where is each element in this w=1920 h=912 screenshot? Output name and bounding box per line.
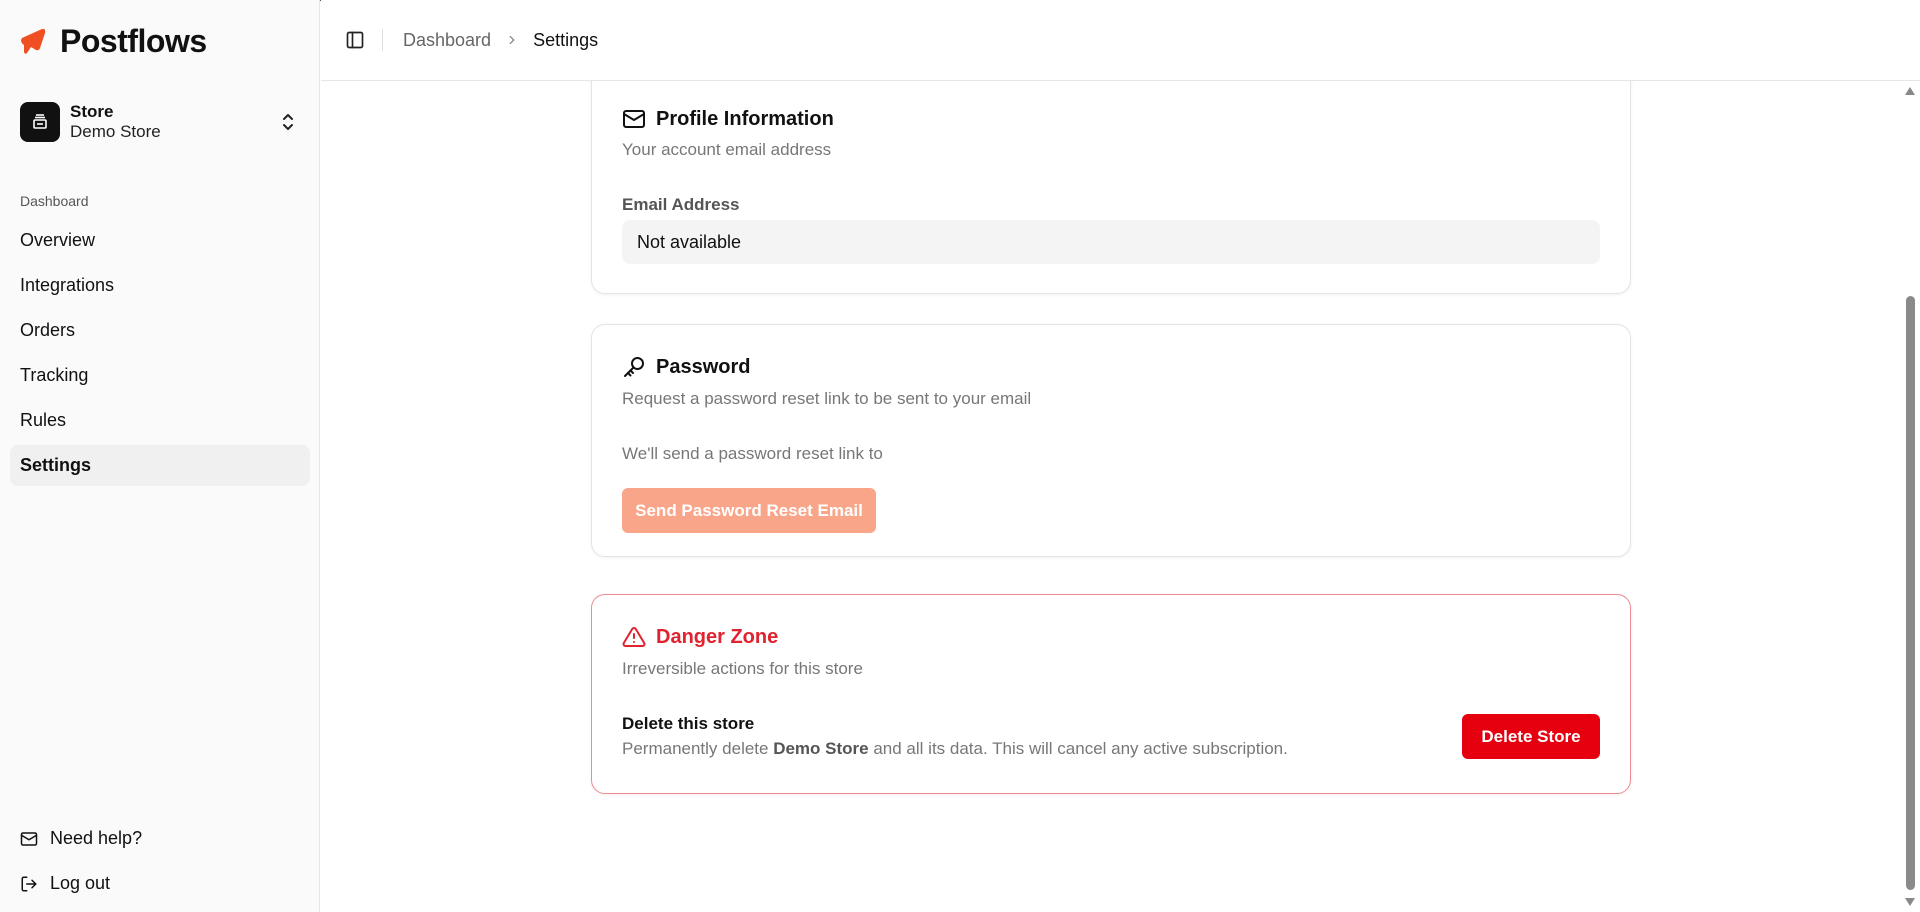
- profile-card-description: Your account email address: [622, 140, 832, 159]
- breadcrumb-dashboard[interactable]: Dashboard: [403, 30, 491, 51]
- danger-zone-header: Danger Zone: [622, 625, 778, 649]
- delete-store-button[interactable]: Delete Store: [1462, 714, 1600, 759]
- sidebar-item-rules[interactable]: Rules: [10, 400, 310, 441]
- scrollbar-thumb[interactable]: [1906, 296, 1915, 890]
- sidebar-item-orders[interactable]: Orders: [10, 310, 310, 351]
- store-icon: [33, 114, 47, 129]
- sidebar-item-integrations[interactable]: Integrations: [10, 265, 310, 306]
- scroll-up-arrow-icon[interactable]: [1905, 87, 1915, 95]
- delete-store-description: Permanently delete Demo Store and all it…: [622, 739, 1288, 758]
- key-icon: [624, 357, 644, 377]
- need-help-label: Need help?: [50, 828, 143, 848]
- store-switcher[interactable]: Store Demo Store: [20, 101, 300, 143]
- sidebar-item-tracking[interactable]: Tracking: [10, 355, 310, 396]
- warning-triangle-icon: [622, 626, 646, 647]
- send-password-reset-button[interactable]: Send Password Reset Email: [622, 488, 876, 533]
- sidebar: Postflows Store Demo Store Dashboard Ove…: [0, 0, 320, 912]
- danger-zone-card: Danger Zone Irreversible actions for thi…: [591, 594, 1631, 794]
- profile-card-header: Profile Information: [622, 107, 834, 131]
- sidebar-nav: Overview Integrations Orders Tracking Ru…: [10, 220, 310, 490]
- password-card-title: Password: [656, 355, 751, 378]
- email-field-label: Email Address: [622, 195, 740, 214]
- profile-card-title: Profile Information: [656, 107, 834, 130]
- password-card-header: Password: [622, 355, 750, 379]
- logout-link[interactable]: Log out: [20, 873, 110, 894]
- chevron-right-icon: [505, 33, 519, 47]
- brand-logo-icon: [21, 28, 46, 54]
- breadcrumb-settings: Settings: [533, 29, 599, 50]
- store-name: Demo Store: [70, 122, 161, 141]
- logout-label: Log out: [50, 873, 111, 893]
- sidebar-item-overview[interactable]: Overview: [10, 220, 310, 261]
- nav-group-label: Dashboard: [20, 193, 89, 209]
- password-card: Password Request a password reset link t…: [591, 324, 1631, 557]
- delete-store-label: Delete this store: [622, 714, 755, 733]
- store-label: Store: [70, 102, 114, 121]
- panel-left-icon: [346, 31, 364, 49]
- chevron-up-down-icon: [283, 114, 293, 130]
- header-divider: [382, 29, 383, 51]
- need-help-link[interactable]: Need help?: [20, 828, 142, 849]
- brand-name: Postflows: [60, 22, 207, 59]
- delete-store-name: Demo Store: [773, 739, 869, 758]
- profile-card: Profile Information Your account email a…: [591, 81, 1631, 294]
- email-field[interactable]: Not available: [622, 220, 1600, 264]
- logout-icon: [21, 876, 37, 891]
- sidebar-toggle-button[interactable]: [343, 28, 367, 52]
- mail-icon: [20, 831, 38, 846]
- password-reset-note: We'll send a password reset link to: [622, 444, 883, 463]
- content-scrollbar[interactable]: [1901, 81, 1920, 912]
- main-content: Profile Information Your account email a…: [321, 81, 1901, 912]
- danger-zone-title: Danger Zone: [656, 625, 779, 648]
- mail-icon: [623, 110, 645, 128]
- store-avatar: [20, 102, 60, 142]
- danger-zone-description: Irreversible actions for this store: [622, 659, 863, 678]
- breadcrumb: Dashboard Settings: [403, 30, 598, 51]
- scroll-down-arrow-icon[interactable]: [1905, 898, 1915, 906]
- brand[interactable]: Postflows: [18, 22, 207, 60]
- password-card-description: Request a password reset link to be sent…: [622, 389, 1032, 408]
- top-header: Dashboard Settings: [321, 0, 1920, 81]
- sidebar-item-settings[interactable]: Settings: [10, 445, 310, 486]
